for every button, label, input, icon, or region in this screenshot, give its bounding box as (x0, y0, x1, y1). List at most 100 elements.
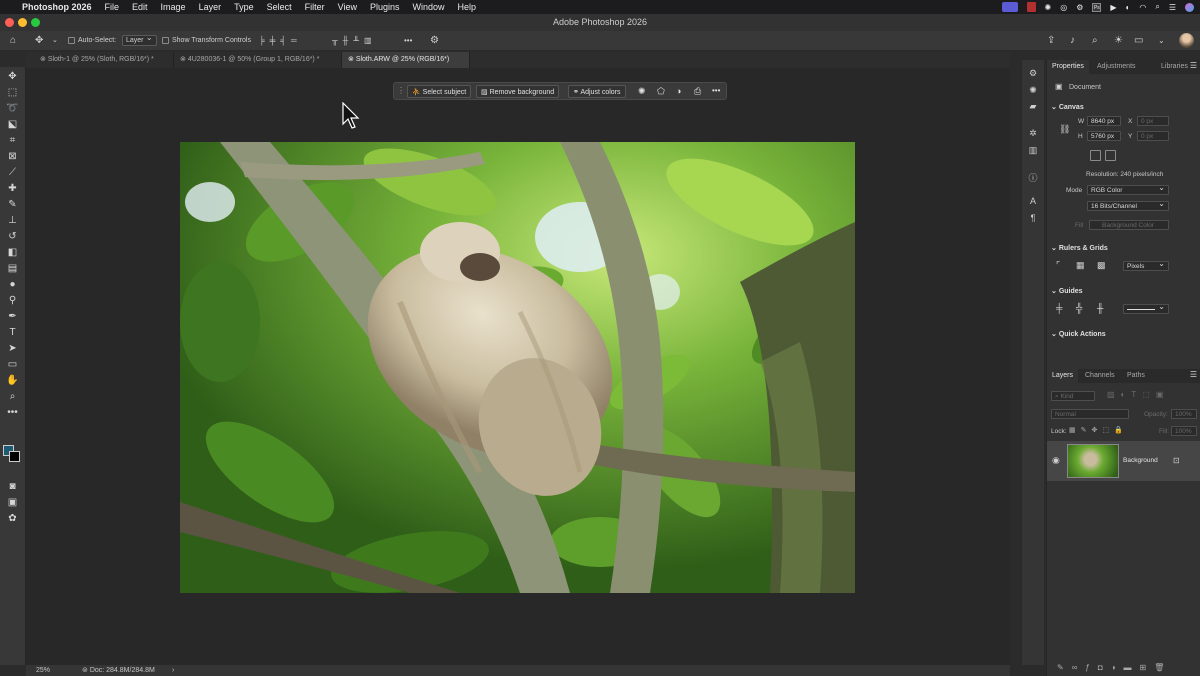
menu-plugins[interactable]: Plugins (370, 2, 400, 12)
remove-background-button[interactable]: ▨ Remove background (476, 85, 560, 98)
marquee-tool-icon[interactable]: ⬚ (6, 87, 19, 99)
focus-icon[interactable]: ◎ (1060, 3, 1067, 12)
history-panel-icon[interactable]: ⚙ (1027, 68, 1039, 80)
link-icon[interactable]: ∞ (1072, 663, 1086, 672)
hand-tool-icon[interactable]: ✋ (6, 375, 19, 387)
pixel-grid-icon[interactable]: ▩ (1097, 260, 1106, 271)
menu-layer[interactable]: Layer (199, 2, 222, 12)
drag-handle-icon[interactable]: ⋮ (397, 86, 405, 95)
tab-4u280036[interactable]: ⊗ 4U280036-1 @ 50% (Group 1, RGB/16*) * (174, 52, 342, 68)
zoom-tool-icon[interactable]: ⌕ (6, 391, 19, 403)
select-subject-button[interactable]: ⛹ Select subject (407, 85, 472, 98)
fill-dropdown[interactable]: Background Color (1089, 220, 1169, 230)
lock-icon[interactable]: ⊡ (1173, 456, 1180, 465)
guide-lock-icon[interactable]: ╫ (1097, 303, 1103, 313)
dodge-tool-icon[interactable]: ⚲ (6, 295, 19, 307)
delete-layer-icon[interactable]: 🗑 (1154, 663, 1172, 672)
distribute-buttons[interactable]: ╥╫╨▥ (332, 35, 377, 47)
crop-tool-icon[interactable]: ⌗ (6, 135, 19, 147)
contrast-icon[interactable]: ◑ (676, 86, 681, 96)
menu-edit[interactable]: Edit (132, 2, 148, 12)
close-icon[interactable]: ⊗ (180, 56, 188, 63)
menu-type[interactable]: Type (234, 2, 254, 12)
bell-icon[interactable]: ♪ (1070, 35, 1075, 47)
tab-layers[interactable]: Layers (1047, 369, 1079, 383)
generative-icon[interactable]: ✿ (6, 513, 19, 525)
type-tool-icon[interactable]: T (6, 327, 19, 339)
lightbulb-icon[interactable]: ☀ (1114, 35, 1123, 47)
character-panel-icon[interactable]: A (1027, 196, 1039, 208)
clone-stamp-tool-icon[interactable]: ⊥ (6, 215, 19, 227)
show-transform-checkbox[interactable]: Show Transform Controls (162, 35, 251, 47)
layer-filter-kind[interactable]: ⌕ Kind (1051, 391, 1095, 401)
link-layers-icon[interactable]: ✎ (1057, 663, 1072, 672)
avatar[interactable] (1179, 33, 1194, 48)
tab-libraries[interactable]: Libraries (1156, 60, 1193, 74)
tab-adjustments[interactable]: Adjustments (1092, 60, 1141, 74)
new-layer-icon[interactable]: ⊞ (1140, 663, 1155, 672)
adjustment-layer-icon[interactable]: ◑ (1111, 663, 1124, 672)
opacity-field[interactable]: 100% (1171, 409, 1197, 419)
quick-mask-icon[interactable]: ◙ (6, 481, 19, 493)
layers-menu-icon[interactable]: ☰ (1190, 370, 1197, 379)
height-field[interactable]: 5760 px (1087, 131, 1121, 141)
units-dropdown[interactable]: Pixels (1123, 259, 1169, 271)
panel-menu-icon[interactable]: ☰ (1190, 61, 1197, 70)
quick-actions-section-header[interactable]: ⌄ Quick Actions (1051, 330, 1106, 338)
align-buttons[interactable]: ╞╪╡═ (259, 35, 302, 47)
link-icon[interactable]: ⛓ (1059, 124, 1070, 135)
search-icon[interactable]: ⌕ (1155, 2, 1159, 12)
screen-share-icon[interactable] (1001, 2, 1018, 12)
history-brush-tool-icon[interactable]: ↺ (6, 231, 19, 243)
bit-depth-dropdown[interactable]: 16 Bits/Channel (1087, 199, 1169, 211)
gear-icon[interactable]: ⚙ (430, 35, 439, 47)
guides-section-header[interactable]: ⌄ Guides (1051, 287, 1083, 295)
home-icon[interactable]: ⌂ (10, 35, 16, 47)
edit-toolbar-icon[interactable]: ••• (6, 407, 19, 419)
share-icon[interactable]: ⇪ (1047, 35, 1055, 47)
circle-icon[interactable]: ◐ (1126, 3, 1131, 12)
blur-tool-icon[interactable]: ● (6, 279, 19, 291)
menu-window[interactable]: Window (413, 2, 445, 12)
auto-select-checkbox[interactable]: Auto-Select: (68, 35, 116, 47)
tool-preset-chevron-icon[interactable]: ⌄ (52, 35, 58, 47)
mode-dropdown[interactable]: RGB Color (1087, 183, 1169, 195)
actions-panel-icon[interactable]: ✺ (1027, 85, 1039, 97)
paragraph-panel-icon[interactable]: ¶ (1027, 213, 1039, 225)
menu-image[interactable]: Image (161, 2, 186, 12)
layer-name[interactable]: Background (1123, 457, 1158, 464)
gradient-tool-icon[interactable]: ▤ (6, 263, 19, 275)
group-icon[interactable]: ▬ (1124, 663, 1140, 672)
menu-select[interactable]: Select (267, 2, 292, 12)
brush-tool-icon[interactable]: ✎ (6, 199, 19, 211)
more-button[interactable]: ••• (712, 86, 720, 95)
tab-properties[interactable]: Properties (1047, 60, 1089, 74)
eyedropper-tool-icon[interactable]: ⟋ (6, 167, 19, 179)
histogram-panel-icon[interactable]: ▥ (1027, 145, 1039, 157)
sparkle-icon[interactable]: ✺ (638, 86, 646, 97)
mask-icon[interactable]: ◘ (1098, 663, 1111, 672)
tab-channels[interactable]: Channels (1080, 369, 1120, 383)
workspace-icon[interactable]: ▭ (1134, 35, 1143, 47)
rulers-grids-section-header[interactable]: ⌄ Rulers & Grids (1051, 244, 1108, 252)
guide-style-dropdown[interactable] (1123, 302, 1169, 314)
layer-filter-icons[interactable]: ▨◐T⬚▣ (1107, 390, 1169, 399)
rectangle-tool-icon[interactable]: ▭ (6, 359, 19, 371)
tab-sloth-1[interactable]: ⊗ Sloth-1 @ 25% (Sloth, RGB/16*) * (34, 52, 174, 68)
zoom-level[interactable]: 25% (36, 665, 50, 676)
move-tool-icon[interactable]: ✥ (6, 71, 19, 83)
adjustments-panel-icon[interactable]: ✲ (1027, 128, 1039, 140)
brightness-icon[interactable]: ✺ (1045, 3, 1052, 12)
comments-panel-icon[interactable]: ▰ (1027, 101, 1039, 113)
siri-icon[interactable] (1185, 2, 1194, 12)
landscape-orientation-icon[interactable] (1105, 150, 1116, 161)
info-panel-icon[interactable]: ⓘ (1027, 171, 1039, 183)
close-icon[interactable]: ⊗ (40, 56, 48, 63)
maximize-window-button[interactable] (31, 18, 40, 27)
eraser-tool-icon[interactable]: ◧ (6, 247, 19, 259)
spot-healing-tool-icon[interactable]: ✚ (6, 183, 19, 195)
layer-row-background[interactable]: ◉ Background ⊡ (1047, 441, 1200, 481)
background-color-swatch[interactable] (9, 451, 20, 462)
more-options-button[interactable]: ••• (404, 35, 412, 47)
search-icon[interactable]: ⌕ (1092, 35, 1098, 47)
